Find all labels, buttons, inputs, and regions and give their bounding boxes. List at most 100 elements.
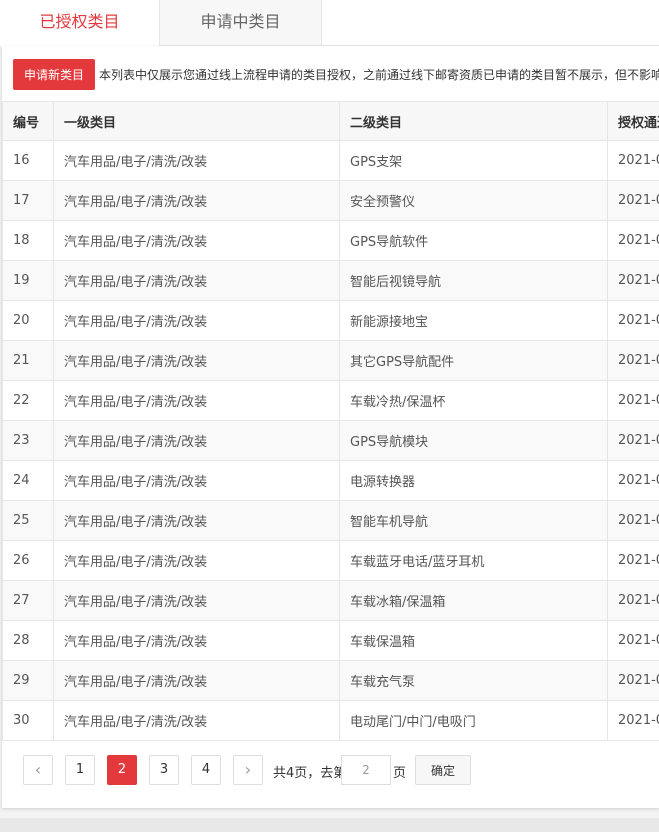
toolbar: 申请新类目 本列表中仅展示您通过线上流程申请的类目授权，之前通过线下邮寄资质已申… [2, 46, 659, 101]
cell-date: 2021-0 [607, 180, 659, 221]
cell-level2: 车载冰箱/保温箱 [339, 580, 608, 621]
table-row: 22汽车用品/电子/清洗/改装车载冷热/保温杯2021-0 [2, 380, 659, 421]
page-button-3[interactable]: 3 [149, 755, 179, 785]
table-row: 21汽车用品/电子/清洗/改装其它GPS导航配件2021-0 [2, 340, 659, 381]
cell-level1: 汽车用品/电子/清洗/改装 [53, 540, 340, 581]
page-button-1[interactable]: 1 [65, 755, 95, 785]
cell-id: 26 [2, 540, 54, 581]
content-panel: 申请新类目 本列表中仅展示您通过线上流程申请的类目授权，之前通过线下邮寄资质已申… [2, 46, 659, 808]
tab-pending[interactable]: 申请中类目 [160, 0, 322, 46]
cell-id: 28 [2, 620, 54, 661]
cell-level2: 智能车机导航 [339, 500, 608, 541]
cell-level2: GPS导航模块 [339, 420, 608, 461]
cell-date: 2021-0 [607, 580, 659, 621]
cell-level2: 电动尾门/中门/电吸门 [339, 700, 608, 741]
cell-date: 2021-0 [607, 340, 659, 381]
cell-date: 2021-0 [607, 420, 659, 461]
chevron-left-icon: ‹ [34, 760, 42, 779]
cell-date: 2021-0 [607, 500, 659, 541]
table-viewport: 申请新类目 本列表中仅展示您通过线上流程申请的类目授权，之前通过线下邮寄资质已申… [2, 46, 659, 808]
cell-date: 2021-0 [607, 220, 659, 261]
table-row: 24汽车用品/电子/清洗/改装电源转换器2021-0 [2, 460, 659, 501]
cell-date: 2021-0 [607, 540, 659, 581]
cell-date: 2021-0 [607, 260, 659, 301]
cell-level1: 汽车用品/电子/清洗/改装 [53, 340, 340, 381]
cell-id: 16 [2, 140, 54, 181]
cell-level2: 其它GPS导航配件 [339, 340, 608, 381]
cell-level1: 汽车用品/电子/清洗/改装 [53, 420, 340, 461]
cell-id: 17 [2, 180, 54, 221]
table-row: 16汽车用品/电子/清洗/改装GPS支架2021-0 [2, 140, 659, 181]
column-header-level1: 一级类目 [53, 101, 340, 141]
cell-level2: 安全预警仪 [339, 180, 608, 221]
table-row: 17汽车用品/电子/清洗/改装安全预警仪2021-0 [2, 180, 659, 221]
cell-id: 18 [2, 220, 54, 261]
cell-level1: 汽车用品/电子/清洗/改装 [53, 260, 340, 301]
category-table: 编号 一级类目 二级类目 授权通过时间 16汽车用品/电子/清洗/改装GPS支架… [2, 101, 659, 741]
cell-date: 2021-0 [607, 700, 659, 741]
next-page-button[interactable]: › [233, 755, 263, 785]
table-body: 16汽车用品/电子/清洗/改装GPS支架2021-017汽车用品/电子/清洗/改… [2, 140, 659, 741]
cell-level1: 汽车用品/电子/清洗/改装 [53, 620, 340, 661]
cell-id: 29 [2, 660, 54, 701]
page-suffix-text: 页 [393, 766, 407, 781]
pagination: ‹ 1 2 3 4 › 共4页，去第 页 确定 [2, 740, 659, 800]
cell-level2: 车载冷热/保温杯 [339, 380, 608, 421]
tab-authorized[interactable]: 已授权类目 [0, 0, 160, 46]
cell-level2: 车载充气泵 [339, 660, 608, 701]
cell-level1: 汽车用品/电子/清洗/改装 [53, 140, 340, 181]
table-row: 26汽车用品/电子/清洗/改装车载蓝牙电话/蓝牙耳机2021-0 [2, 540, 659, 581]
prev-page-button[interactable]: ‹ [23, 755, 53, 785]
cell-level1: 汽车用品/电子/清洗/改装 [53, 500, 340, 541]
column-header-id: 编号 [2, 101, 54, 141]
table-row: 25汽车用品/电子/清洗/改装智能车机导航2021-0 [2, 500, 659, 541]
footer-strip [0, 818, 659, 832]
apply-category-button[interactable]: 申请新类目 [13, 59, 95, 90]
column-header-level2: 二级类目 [339, 101, 608, 141]
table-row: 29汽车用品/电子/清洗/改装车载充气泵2021-0 [2, 660, 659, 701]
goto-confirm-button[interactable]: 确定 [415, 755, 471, 785]
cell-level1: 汽车用品/电子/清洗/改装 [53, 460, 340, 501]
total-pages-text: 共4页，去第 [273, 766, 347, 781]
cell-id: 23 [2, 420, 54, 461]
cell-id: 24 [2, 460, 54, 501]
cell-level1: 汽车用品/电子/清洗/改装 [53, 300, 340, 341]
cell-id: 27 [2, 580, 54, 621]
page-button-2[interactable]: 2 [107, 755, 137, 785]
column-header-date: 授权通过时间 [607, 101, 659, 141]
cell-level1: 汽车用品/电子/清洗/改装 [53, 220, 340, 261]
cell-date: 2021-0 [607, 300, 659, 341]
cell-level1: 汽车用品/电子/清洗/改装 [53, 380, 340, 421]
cell-date: 2021-0 [607, 140, 659, 181]
cell-level2: GPS支架 [339, 140, 608, 181]
table-row: 30汽车用品/电子/清洗/改装电动尾门/中门/电吸门2021-0 [2, 700, 659, 741]
table-header-row: 编号 一级类目 二级类目 授权通过时间 [2, 101, 659, 141]
chevron-right-icon: › [244, 760, 252, 779]
cell-date: 2021-0 [607, 460, 659, 501]
cell-level1: 汽车用品/电子/清洗/改装 [53, 700, 340, 741]
cell-level2: GPS导航软件 [339, 220, 608, 261]
table-row: 20汽车用品/电子/清洗/改装新能源接地宝2021-0 [2, 300, 659, 341]
goto-page-input[interactable] [341, 755, 391, 785]
notice-text: 本列表中仅展示您通过线上流程申请的类目授权，之前通过线下邮寄资质已申请的类目暂不… [99, 68, 659, 82]
cell-date: 2021-0 [607, 380, 659, 421]
cell-level1: 汽车用品/电子/清洗/改装 [53, 580, 340, 621]
table-row: 27汽车用品/电子/清洗/改装车载冰箱/保温箱2021-0 [2, 580, 659, 621]
cell-id: 22 [2, 380, 54, 421]
cell-level2: 新能源接地宝 [339, 300, 608, 341]
cell-id: 30 [2, 700, 54, 741]
table-row: 18汽车用品/电子/清洗/改装GPS导航软件2021-0 [2, 220, 659, 261]
cell-id: 25 [2, 500, 54, 541]
cell-id: 19 [2, 260, 54, 301]
cell-level2: 智能后视镜导航 [339, 260, 608, 301]
cell-date: 2021-0 [607, 620, 659, 661]
cell-level1: 汽车用品/电子/清洗/改装 [53, 180, 340, 221]
cell-id: 21 [2, 340, 54, 381]
cell-level2: 车载保温箱 [339, 620, 608, 661]
page-button-4[interactable]: 4 [191, 755, 221, 785]
category-tabs: 已授权类目 申请中类目 [0, 0, 659, 46]
table-row: 28汽车用品/电子/清洗/改装车载保温箱2021-0 [2, 620, 659, 661]
cell-id: 20 [2, 300, 54, 341]
cell-level1: 汽车用品/电子/清洗/改装 [53, 660, 340, 701]
table-row: 19汽车用品/电子/清洗/改装智能后视镜导航2021-0 [2, 260, 659, 301]
